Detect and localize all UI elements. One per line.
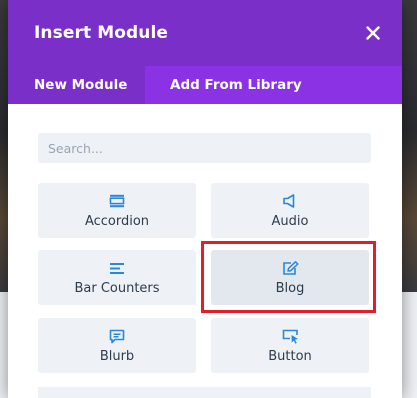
blog-icon bbox=[282, 260, 299, 275]
module-blog[interactable]: Blog bbox=[211, 250, 369, 305]
module-button[interactable]: Button bbox=[211, 318, 369, 373]
dialog-tabs: New Module Add From Library bbox=[8, 66, 402, 104]
tab-new-module[interactable]: New Module bbox=[8, 66, 145, 104]
module-accordion[interactable]: Accordion bbox=[38, 183, 196, 238]
search-input[interactable] bbox=[38, 133, 371, 163]
module-blurb[interactable]: Blurb bbox=[38, 318, 196, 373]
next-module-row bbox=[38, 387, 371, 398]
module-label: Blog bbox=[275, 281, 305, 296]
accordion-icon bbox=[109, 194, 125, 208]
tab-add-from-library[interactable]: Add From Library bbox=[145, 66, 402, 104]
dialog-header: Insert Module bbox=[8, 0, 402, 66]
module-label: Audio bbox=[271, 214, 309, 229]
module-label: Accordion bbox=[84, 214, 150, 229]
module-label: Blurb bbox=[99, 349, 135, 364]
bar-counters-icon bbox=[110, 262, 124, 274]
dialog-title: Insert Module bbox=[34, 23, 169, 43]
module-label: Button bbox=[268, 349, 312, 364]
module-audio[interactable]: Audio bbox=[211, 183, 369, 238]
module-label: Bar Counters bbox=[74, 281, 160, 296]
close-button[interactable] bbox=[360, 20, 386, 46]
blurb-icon bbox=[109, 329, 125, 343]
module-bar-counters[interactable]: Bar Counters bbox=[38, 250, 196, 305]
insert-module-dialog: Insert Module New Module Add From Librar… bbox=[8, 0, 402, 398]
close-icon bbox=[366, 26, 380, 40]
audio-icon bbox=[283, 194, 295, 208]
button-icon bbox=[282, 329, 298, 344]
module-list-panel: Accordion Audio Bar Counters bbox=[8, 104, 402, 398]
